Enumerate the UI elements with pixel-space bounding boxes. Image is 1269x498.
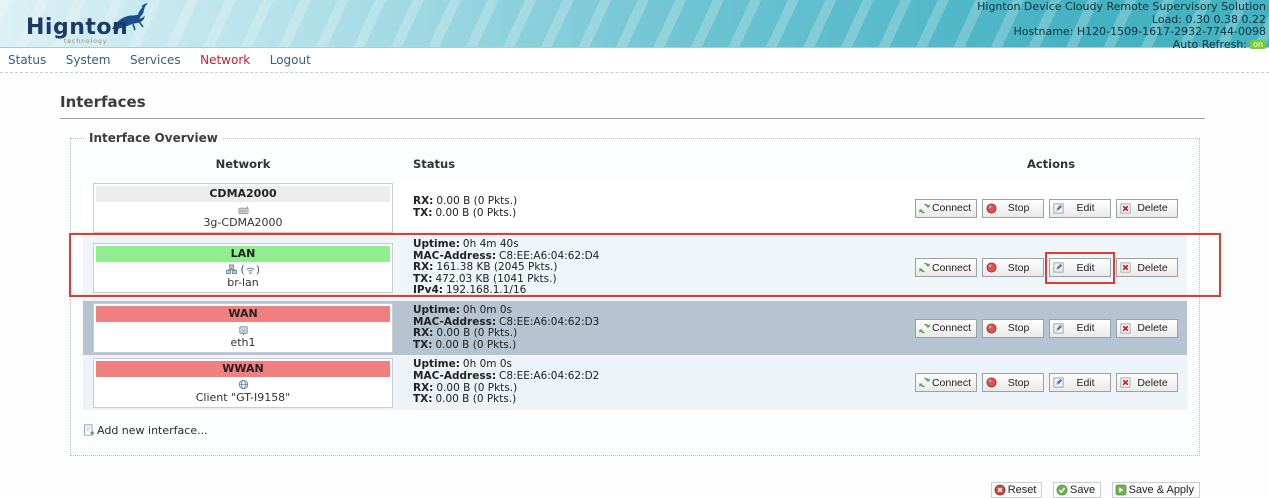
delete-icon bbox=[1120, 203, 1131, 214]
footer-buttons: Reset Save Save & Apply bbox=[60, 482, 1200, 498]
delete-button[interactable]: Delete bbox=[1116, 258, 1178, 277]
ethernet-port-icon bbox=[238, 325, 249, 336]
hignton-logo: Hignton technology bbox=[12, 3, 242, 47]
delete-icon bbox=[1120, 262, 1131, 273]
stop-button[interactable]: Stop bbox=[982, 199, 1044, 218]
stop-button[interactable]: Stop bbox=[982, 319, 1044, 338]
network-box-cdma2000: CDMA2000 3g-CDMA2000 bbox=[93, 183, 393, 233]
device-name: 3g-CDMA2000 bbox=[94, 217, 392, 232]
nav-status[interactable]: Status bbox=[8, 53, 46, 67]
connect-button[interactable]: Connect bbox=[915, 373, 977, 392]
nav-logout[interactable]: Logout bbox=[270, 53, 311, 67]
zone-label: WAN bbox=[96, 306, 390, 322]
network-box-wwan: WWAN Client "GT-I9158" bbox=[93, 358, 393, 408]
device-name: br-lan bbox=[94, 277, 392, 292]
edit-icon bbox=[1053, 262, 1064, 273]
delete-icon bbox=[1120, 323, 1131, 334]
save-button[interactable]: Save bbox=[1053, 482, 1101, 498]
nav-services[interactable]: Services bbox=[130, 53, 181, 67]
device-name: Client "GT-I9158" bbox=[94, 392, 392, 407]
modem-3g-icon bbox=[238, 205, 249, 216]
column-header-network: Network bbox=[83, 157, 403, 171]
stop-icon bbox=[986, 203, 997, 214]
table-row-cdma2000: CDMA2000 3g-CDMA2000 RX:0.00 B (0 Pkts.)… bbox=[83, 181, 1187, 235]
network-box-wan: WAN eth1 bbox=[93, 303, 393, 353]
table-row-lan: LAN () br-lan Uptime:0h 4m 40s MAC-Addre… bbox=[83, 235, 1187, 301]
edit-button[interactable]: Edit bbox=[1049, 373, 1111, 392]
table-row-wan: WAN eth1 Uptime:0h 0m 0s MAC-Address:C8:… bbox=[83, 301, 1187, 355]
stop-button[interactable]: Stop bbox=[982, 373, 1044, 392]
edit-button[interactable]: Edit bbox=[1049, 319, 1111, 338]
delete-button[interactable]: Delete bbox=[1116, 319, 1178, 338]
edit-button[interactable]: Edit bbox=[1049, 199, 1111, 218]
edit-button-lan[interactable]: Edit bbox=[1049, 258, 1111, 277]
section-legend: Interface Overview bbox=[85, 131, 222, 145]
edit-icon bbox=[1053, 377, 1064, 388]
page-title: Interfaces bbox=[60, 93, 1205, 119]
zone-label: LAN bbox=[96, 246, 390, 262]
edit-icon bbox=[1053, 203, 1064, 214]
add-page-icon bbox=[83, 424, 95, 436]
reset-button[interactable]: Reset bbox=[991, 482, 1043, 498]
status-wwan: Uptime:0h 0m 0s MAC-Address:C8:EE:A6:04:… bbox=[413, 357, 915, 407]
hostname-value: H120-1509-1617-2932-7744-0098 bbox=[1077, 25, 1266, 38]
reload-icon bbox=[919, 377, 930, 388]
delete-button[interactable]: Delete bbox=[1116, 199, 1178, 218]
edit-icon bbox=[1053, 323, 1064, 334]
bridge-icon bbox=[226, 264, 237, 275]
add-new-interface-link[interactable]: Add new interface... bbox=[83, 424, 208, 437]
content-area: Interfaces Interface Overview Network St… bbox=[60, 93, 1205, 498]
nav-network[interactable]: Network bbox=[200, 53, 250, 67]
stop-icon bbox=[986, 323, 997, 334]
connect-button[interactable]: Connect bbox=[915, 319, 977, 338]
system-info: Hignton Device Cloudy Remote Supervisory… bbox=[977, 1, 1266, 51]
reload-icon bbox=[919, 203, 930, 214]
reload-icon bbox=[919, 262, 930, 273]
delete-button[interactable]: Delete bbox=[1116, 373, 1178, 392]
column-header-status: Status bbox=[403, 157, 915, 171]
auto-refresh-line: Auto Refresh:on bbox=[977, 39, 1266, 52]
save-apply-icon bbox=[1115, 484, 1127, 496]
network-box-lan: LAN () br-lan bbox=[93, 243, 393, 293]
zone-label: CDMA2000 bbox=[96, 186, 390, 202]
wifi-icon bbox=[245, 264, 256, 275]
wireless-client-icon bbox=[238, 379, 249, 390]
device-name: eth1 bbox=[94, 337, 392, 352]
reload-icon bbox=[919, 323, 930, 334]
main-nav: Status System Services Network Logout bbox=[0, 48, 1269, 73]
save-icon bbox=[1056, 484, 1068, 496]
save-apply-button[interactable]: Save & Apply bbox=[1112, 482, 1200, 498]
stop-button[interactable]: Stop bbox=[982, 258, 1044, 277]
zone-label: WWAN bbox=[96, 361, 390, 377]
delete-icon bbox=[1120, 377, 1131, 388]
status-cdma2000: RX:0.00 B (0 Pkts.) TX:0.00 B (0 Pkts.) bbox=[413, 194, 915, 221]
table-header: Network Status Actions bbox=[83, 149, 1187, 181]
table-row-wwan: WWAN Client "GT-I9158" Uptime:0h 0m 0s M… bbox=[83, 355, 1187, 409]
interface-overview-section: Interface Overview Network Status Action… bbox=[70, 131, 1200, 456]
connect-button[interactable]: Connect bbox=[915, 199, 977, 218]
reset-icon bbox=[994, 484, 1006, 496]
stop-icon bbox=[986, 377, 997, 388]
stop-icon bbox=[986, 262, 997, 273]
nav-system[interactable]: System bbox=[66, 53, 111, 67]
app-header: Hignton technology Hignton Device Cloudy… bbox=[0, 0, 1269, 48]
logo-text: Hignton bbox=[26, 15, 128, 40]
status-wan: Uptime:0h 0m 0s MAC-Address:C8:EE:A6:04:… bbox=[413, 303, 915, 353]
auto-refresh-toggle[interactable]: on bbox=[1250, 40, 1266, 49]
column-header-actions: Actions bbox=[915, 157, 1187, 171]
status-lan: Uptime:0h 4m 40s MAC-Address:C8:EE:A6:04… bbox=[413, 237, 915, 299]
load-value: 0.30 0.38 0.22 bbox=[1186, 13, 1266, 26]
connect-button[interactable]: Connect bbox=[915, 258, 977, 277]
logo-subtext: technology bbox=[64, 38, 107, 45]
